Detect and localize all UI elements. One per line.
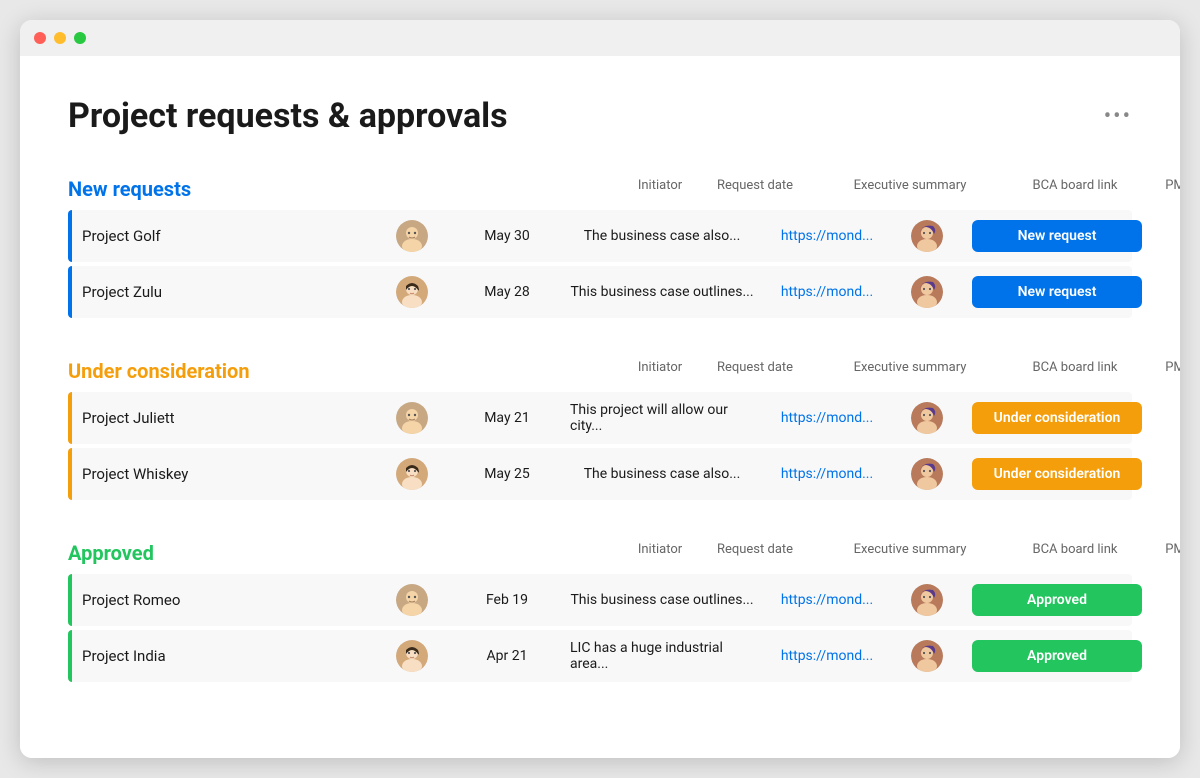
col-header-pm: PM bbox=[1140, 360, 1180, 382]
section-title-under-consideration: Under consideration bbox=[68, 359, 308, 383]
request-date: Apr 21 bbox=[452, 638, 562, 674]
request-date: May 21 bbox=[452, 400, 562, 436]
column-headers: InitiatorRequest dateExecutive summaryBC… bbox=[308, 172, 1180, 206]
col-header-initiator: Initiator bbox=[620, 542, 700, 564]
project-name: Project Romeo bbox=[72, 581, 372, 619]
executive-summary: This project will allow our city... bbox=[562, 392, 762, 444]
request-date: May 28 bbox=[452, 274, 562, 310]
col-header-empty bbox=[320, 542, 620, 564]
bca-board-link[interactable]: https://mond... bbox=[762, 638, 892, 674]
executive-summary: This business case outlines... bbox=[562, 274, 762, 310]
status-badge: Under consideration bbox=[972, 458, 1142, 490]
col-header-bca-board-link: BCA board link bbox=[1010, 542, 1140, 564]
initiator-avatar bbox=[372, 266, 452, 318]
more-menu-button[interactable]: ••• bbox=[1104, 104, 1132, 129]
pm-avatar bbox=[892, 392, 962, 444]
project-name: Project Whiskey bbox=[72, 455, 372, 493]
maximize-button[interactable] bbox=[74, 32, 86, 44]
col-header-request-date: Request date bbox=[700, 542, 810, 564]
pm-avatar bbox=[892, 574, 962, 626]
bca-board-link[interactable]: https://mond... bbox=[762, 456, 892, 492]
col-header-initiator: Initiator bbox=[620, 360, 700, 382]
row-action bbox=[1152, 464, 1180, 484]
title-bar bbox=[20, 20, 1180, 56]
bca-board-link[interactable]: https://mond... bbox=[762, 274, 892, 310]
table-row[interactable]: Project Juliett May 21This project will a… bbox=[68, 392, 1132, 444]
pm-avatar bbox=[892, 210, 962, 262]
request-date: Feb 19 bbox=[452, 582, 562, 618]
col-header-bca-board-link: BCA board link bbox=[1010, 178, 1140, 200]
section-new-requests: New requests InitiatorRequest dateExecuti… bbox=[68, 172, 1132, 318]
col-header-executive-summary: Executive summary bbox=[810, 542, 1010, 564]
status-cell[interactable]: Approved bbox=[962, 630, 1152, 682]
row-action bbox=[1152, 408, 1180, 428]
status-cell[interactable]: Under consideration bbox=[962, 448, 1152, 500]
status-cell[interactable]: New request bbox=[962, 266, 1152, 318]
close-button[interactable] bbox=[34, 32, 46, 44]
section-under-consideration: Under consideration InitiatorRequest date… bbox=[68, 354, 1132, 500]
request-date: May 30 bbox=[452, 218, 562, 254]
col-header-executive-summary: Executive summary bbox=[810, 178, 1010, 200]
section-title-new-requests: New requests bbox=[68, 177, 308, 201]
col-header-initiator: Initiator bbox=[620, 178, 700, 200]
status-badge: New request bbox=[972, 220, 1142, 252]
col-header-pm: PM bbox=[1140, 178, 1180, 200]
row-action bbox=[1152, 282, 1180, 302]
project-name: Project Juliett bbox=[72, 399, 372, 437]
col-header-pm: PM bbox=[1140, 542, 1180, 564]
minimize-button[interactable] bbox=[54, 32, 66, 44]
page-header: Project requests & approvals ••• bbox=[68, 96, 1132, 136]
status-badge: Approved bbox=[972, 640, 1142, 672]
status-badge: New request bbox=[972, 276, 1142, 308]
status-badge: Under consideration bbox=[972, 402, 1142, 434]
main-content: Project requests & approvals ••• New req… bbox=[20, 56, 1180, 758]
initiator-avatar bbox=[372, 574, 452, 626]
table-row[interactable]: Project Golf May 30The business case also… bbox=[68, 210, 1132, 262]
request-date: May 25 bbox=[452, 456, 562, 492]
col-header-request-date: Request date bbox=[700, 178, 810, 200]
row-action bbox=[1152, 226, 1180, 246]
executive-summary: LIC has a huge industrial area... bbox=[562, 630, 762, 682]
executive-summary: The business case also... bbox=[562, 218, 762, 254]
col-header-empty bbox=[320, 178, 620, 200]
page-title: Project requests & approvals bbox=[68, 96, 508, 136]
executive-summary: The business case also... bbox=[562, 456, 762, 492]
project-name: Project Zulu bbox=[72, 273, 372, 311]
table-row[interactable]: Project India Apr 21LIC has a huge indust… bbox=[68, 630, 1132, 682]
initiator-avatar bbox=[372, 210, 452, 262]
col-header-executive-summary: Executive summary bbox=[810, 360, 1010, 382]
table-row[interactable]: Project Romeo Feb 19This business case ou… bbox=[68, 574, 1132, 626]
pm-avatar bbox=[892, 448, 962, 500]
initiator-avatar bbox=[372, 448, 452, 500]
status-cell[interactable]: Under consideration bbox=[962, 392, 1152, 444]
bca-board-link[interactable]: https://mond... bbox=[762, 218, 892, 254]
column-headers: InitiatorRequest dateExecutive summaryBC… bbox=[308, 536, 1180, 570]
project-name: Project India bbox=[72, 637, 372, 675]
col-header-bca-board-link: BCA board link bbox=[1010, 360, 1140, 382]
initiator-avatar bbox=[372, 630, 452, 682]
row-action bbox=[1152, 590, 1180, 610]
table-row[interactable]: Project Zulu May 28This business case out… bbox=[68, 266, 1132, 318]
col-header-request-date: Request date bbox=[700, 360, 810, 382]
app-window: Project requests & approvals ••• New req… bbox=[20, 20, 1180, 758]
section-approved: Approved InitiatorRequest dateExecutive s… bbox=[68, 536, 1132, 682]
section-title-approved: Approved bbox=[68, 541, 308, 565]
status-badge: Approved bbox=[972, 584, 1142, 616]
pm-avatar bbox=[892, 266, 962, 318]
bca-board-link[interactable]: https://mond... bbox=[762, 582, 892, 618]
executive-summary: This business case outlines... bbox=[562, 582, 762, 618]
status-cell[interactable]: Approved bbox=[962, 574, 1152, 626]
status-cell[interactable]: New request bbox=[962, 210, 1152, 262]
initiator-avatar bbox=[372, 392, 452, 444]
table-row[interactable]: Project Whiskey May 25The business case a… bbox=[68, 448, 1132, 500]
project-name: Project Golf bbox=[72, 217, 372, 255]
bca-board-link[interactable]: https://mond... bbox=[762, 400, 892, 436]
column-headers: InitiatorRequest dateExecutive summaryBC… bbox=[308, 354, 1180, 388]
row-action bbox=[1152, 646, 1180, 666]
sections-container: New requestsInitiatorRequest dateExecuti… bbox=[68, 172, 1132, 682]
pm-avatar bbox=[892, 630, 962, 682]
col-header-empty bbox=[320, 360, 620, 382]
